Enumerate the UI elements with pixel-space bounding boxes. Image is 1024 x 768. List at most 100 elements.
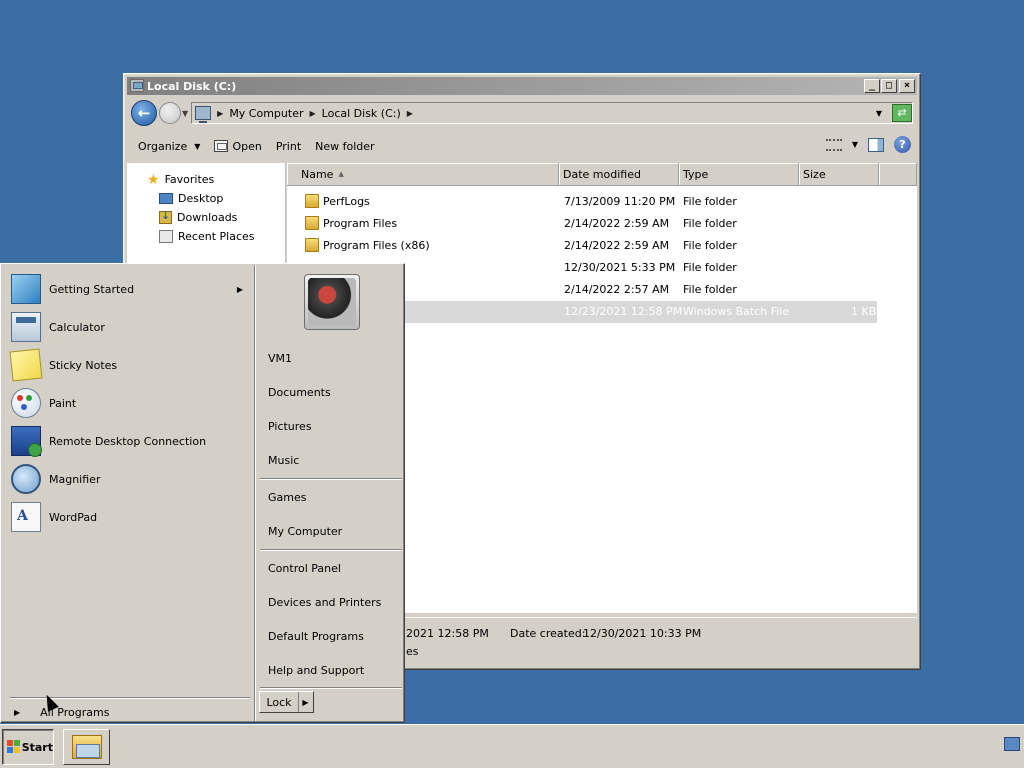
program-label: WordPad — [49, 510, 98, 524]
organize-label: Organize — [138, 139, 188, 153]
chevron-down-icon[interactable]: ▼ — [852, 140, 858, 149]
start-menu-places: VM1 Documents Pictures Music Games My Co… — [255, 265, 403, 721]
title-bar[interactable]: Local Disk (C:) _ □ × — [127, 77, 917, 95]
program-label: Remote Desktop Connection — [49, 434, 207, 448]
separator — [260, 478, 402, 480]
nav-desktop[interactable]: Desktop — [159, 192, 223, 205]
network-tray-icon[interactable] — [1004, 737, 1020, 751]
program-remote-desktop[interactable]: Remote Desktop Connection — [11, 423, 249, 459]
address-dropdown[interactable]: ▼ — [876, 109, 882, 118]
forward-button[interactable] — [159, 102, 181, 124]
program-paint[interactable]: Paint — [11, 385, 249, 421]
row-date: 12/30/2021 5:33 PM — [564, 261, 676, 274]
program-wordpad[interactable]: WordPad — [11, 499, 249, 535]
nav-favorites[interactable]: ★ Favorites — [147, 171, 214, 188]
link-default-programs[interactable]: Default Programs — [268, 630, 364, 643]
column-size-label: Size — [803, 167, 826, 181]
row-date: 2/14/2022 2:59 AM — [564, 239, 670, 252]
minimize-button[interactable]: _ — [864, 79, 880, 93]
chevron-right-icon[interactable]: ▶ — [407, 109, 413, 118]
calculator-icon — [11, 312, 41, 342]
star-icon: ★ — [147, 171, 160, 188]
row-size: 1 KB — [851, 305, 877, 318]
views-icon[interactable] — [825, 138, 842, 151]
window-title: Local Disk (C:) — [147, 79, 237, 93]
link-help-support[interactable]: Help and Support — [268, 664, 364, 677]
address-field[interactable]: ▶ My Computer ▶ Local Disk (C:) ▶ ▼ ⇄ — [191, 102, 913, 124]
sticky-notes-icon — [9, 348, 43, 382]
nav-recent-places[interactable]: Recent Places — [159, 230, 255, 243]
program-label: Calculator — [49, 320, 105, 334]
table-row[interactable]: Program Files (x86) 2/14/2022 2:59 AM Fi… — [287, 235, 877, 257]
new-folder-button[interactable]: New folder — [315, 140, 374, 153]
open-button[interactable]: Open — [214, 139, 262, 153]
magnifier-icon — [11, 464, 41, 494]
nav-recent-places-label: Recent Places — [178, 230, 255, 243]
start-menu: Getting Started ▶ Calculator Sticky Note… — [0, 263, 405, 723]
back-button[interactable]: ← — [131, 100, 157, 126]
link-documents[interactable]: Documents — [268, 386, 331, 399]
details-line2: es — [406, 645, 419, 658]
program-calculator[interactable]: Calculator — [11, 309, 249, 345]
link-pictures[interactable]: Pictures — [268, 420, 312, 433]
refresh-button[interactable]: ⇄ — [892, 104, 912, 122]
organize-button[interactable]: Organize ▼ — [138, 140, 200, 153]
breadcrumb-local-disk[interactable]: Local Disk (C:) — [322, 107, 401, 120]
window-controls: _ □ × — [864, 79, 915, 93]
user-avatar[interactable] — [304, 274, 360, 330]
chevron-right-icon: ▶ — [14, 708, 21, 717]
row-name: PerfLogs — [323, 195, 370, 208]
row-type: File folder — [683, 283, 737, 296]
all-programs-button[interactable]: ▶ All Programs — [14, 706, 109, 719]
link-user-folder[interactable]: VM1 — [268, 352, 292, 365]
preview-pane-icon[interactable] — [868, 137, 884, 152]
new-folder-label: New folder — [315, 139, 375, 153]
start-button[interactable]: Start — [2, 729, 54, 765]
link-games[interactable]: Games — [268, 491, 306, 504]
folder-icon — [305, 194, 319, 208]
nav-downloads[interactable]: Downloads — [159, 209, 237, 224]
table-row[interactable]: PerfLogs 7/13/2009 11:20 PM File folder — [287, 191, 877, 213]
print-button[interactable]: Print — [276, 140, 301, 153]
column-name-label: Name — [301, 167, 334, 181]
folder-icon — [305, 216, 319, 230]
close-button[interactable]: × — [899, 79, 915, 93]
remote-desktop-icon — [11, 426, 42, 457]
start-menu-programs: Getting Started ▶ Calculator Sticky Note… — [2, 265, 254, 721]
link-music[interactable]: Music — [268, 454, 299, 467]
row-name: Program Files (x86) — [323, 239, 430, 252]
program-label: Getting Started — [49, 282, 135, 296]
program-magnifier[interactable]: Magnifier — [11, 461, 249, 497]
row-date: 12/23/2021 12:58 PM — [564, 305, 683, 318]
windows-logo-icon — [7, 740, 20, 754]
table-row[interactable]: Program Files 2/14/2022 2:59 AM File fol… — [287, 213, 877, 235]
drive-icon — [130, 79, 144, 92]
maximize-button[interactable]: □ — [881, 79, 897, 93]
row-type: File folder — [683, 217, 737, 230]
column-type-label: Type — [683, 167, 709, 181]
open-label: Open — [232, 139, 262, 153]
link-devices-printers[interactable]: Devices and Printers — [268, 596, 381, 609]
column-header-type[interactable]: Type — [679, 163, 799, 186]
recent-pages-dropdown[interactable]: ▼ — [182, 109, 188, 118]
details-date-created-label: Date created: — [510, 627, 586, 640]
link-control-panel[interactable]: Control Panel — [268, 562, 341, 575]
lock-label: Lock — [266, 695, 292, 709]
breadcrumb-my-computer[interactable]: My Computer — [229, 107, 303, 120]
column-header-size[interactable]: Size — [799, 163, 879, 186]
column-header-name[interactable]: Name ▲ — [287, 163, 559, 186]
chevron-right-icon[interactable]: ▶ — [217, 109, 223, 118]
column-header-filler — [879, 163, 917, 186]
shutdown-options-button[interactable]: ▶ — [298, 692, 312, 712]
row-type: File folder — [683, 239, 737, 252]
taskbar-explorer-button[interactable] — [63, 729, 110, 765]
program-sticky-notes[interactable]: Sticky Notes — [9, 347, 249, 383]
row-name: Program Files — [323, 217, 398, 230]
lock-button[interactable]: Lock ▶ — [259, 691, 314, 713]
column-header-date[interactable]: Date modified — [559, 163, 679, 186]
chevron-right-icon[interactable]: ▶ — [310, 109, 316, 118]
help-icon[interactable]: ? — [894, 136, 911, 153]
row-date: 2/14/2022 2:57 AM — [564, 283, 670, 296]
program-getting-started[interactable]: Getting Started ▶ — [11, 271, 249, 307]
link-my-computer[interactable]: My Computer — [268, 525, 342, 538]
